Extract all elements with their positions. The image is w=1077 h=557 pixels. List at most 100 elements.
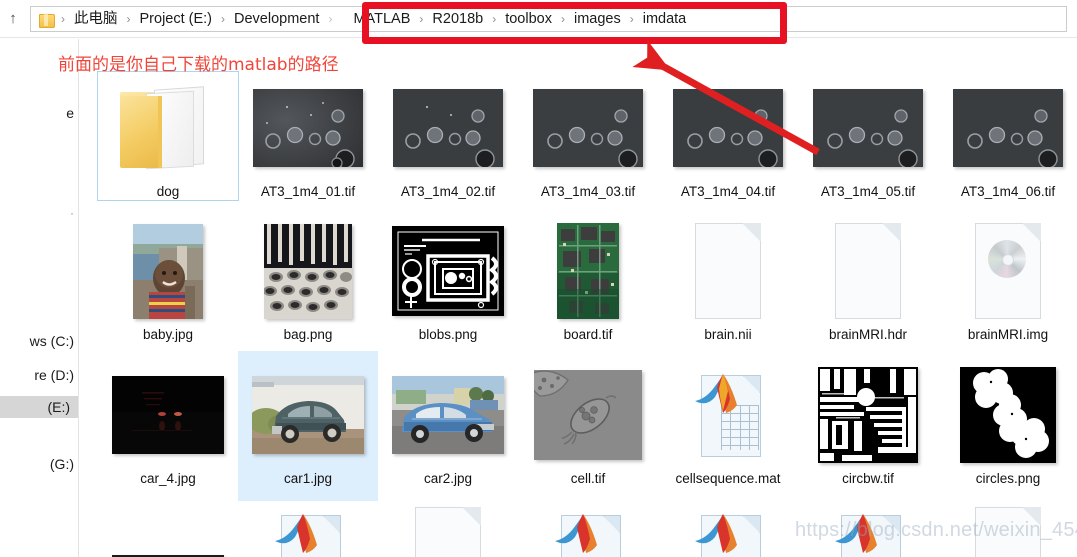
file-label: cell.tif (570, 471, 606, 486)
up-arrow-icon[interactable]: ↑ (2, 10, 24, 27)
folder-icon (98, 72, 238, 184)
breadcrumb-item-matlab[interactable]: MATLAB (349, 7, 414, 31)
matlab-mat-document-icon (518, 499, 658, 557)
breadcrumb-item-r2018b[interactable]: R2018b (428, 7, 487, 31)
address-bar: ↑ › 此电脑 › Project (E:) › Development › M… (0, 0, 1077, 38)
blank-document-icon (658, 215, 798, 327)
disc-image-document-icon (938, 215, 1077, 327)
image-thumbnail-car1 (238, 359, 378, 471)
file-item-board-tif[interactable]: board.tif (518, 215, 658, 343)
matlab-mat-document-icon (238, 499, 378, 557)
image-thumbnail-cells (238, 72, 378, 184)
file-item-row4-3[interactable] (518, 499, 658, 557)
file-item-blobs-png[interactable]: blobs.png (378, 215, 518, 343)
file-item-circbw-tif[interactable]: circbw.tif (798, 359, 938, 487)
file-label: car_4.jpg (140, 471, 196, 486)
sidebar-item-windows-c[interactable]: ws (C:) (30, 330, 74, 352)
image-thumbnail-dark (98, 505, 238, 557)
matlab-logo-icon (555, 514, 597, 553)
file-label: AT3_1m4_05.tif (820, 184, 916, 199)
sidebar-item-divider-mark: · (70, 206, 74, 220)
sidebar-item-drive-g[interactable]: (G:) (50, 453, 74, 475)
image-thumbnail-cells (938, 72, 1077, 184)
breadcrumb-chevron-icon: › (328, 12, 333, 26)
file-label: bag.png (283, 327, 333, 342)
file-item-row4-1[interactable] (238, 499, 378, 557)
image-thumbnail-bag (238, 215, 378, 327)
file-grid[interactable]: dog AT3_1m4_01.tif AT3_1m4_02.tif AT3_1m… (80, 39, 1077, 557)
file-item-car1-jpg[interactable]: car1.jpg (238, 351, 378, 501)
file-item-at3-1m4-01[interactable]: AT3_1m4_01.tif (238, 72, 378, 200)
file-item-bag-png[interactable]: bag.png (238, 215, 378, 343)
file-label: car2.jpg (423, 471, 473, 486)
breadcrumb-chevron-icon: › (126, 12, 131, 26)
breadcrumb-chevron-icon: › (61, 12, 65, 26)
breadcrumb-item-toolbox[interactable]: toolbox (501, 7, 556, 31)
file-item-cell-tif[interactable]: cell.tif (518, 359, 658, 487)
image-thumbnail-cells (798, 72, 938, 184)
breadcrumb-chevron-icon: › (492, 12, 497, 26)
file-item-at3-1m4-06[interactable]: AT3_1m4_06.tif (938, 72, 1077, 200)
breadcrumb-item-imdata[interactable]: imdata (639, 7, 691, 31)
file-item-baby-jpg[interactable]: baby.jpg (98, 215, 238, 343)
file-label: brain.nii (704, 327, 752, 342)
file-item-row4-0[interactable] (98, 505, 238, 557)
folder-icon (39, 12, 55, 28)
file-label: brainMRI.img (967, 327, 1049, 342)
file-item-cellsequence-mat[interactable]: cellsequence.mat (658, 359, 798, 487)
file-item-brain-nii[interactable]: brain.nii (658, 215, 798, 343)
watermark-text: https://blog.csdn.net/weixin_45435630 (795, 519, 1077, 541)
breadcrumb-item-development[interactable]: Development (230, 7, 323, 31)
breadcrumb-item-this-pc[interactable]: 此电脑 (70, 7, 122, 31)
red-annotation-text: 前面的是你自己下载的matlab的路径 (58, 55, 339, 75)
file-label: circbw.tif (842, 471, 894, 486)
file-item-at3-1m4-04[interactable]: AT3_1m4_04.tif (658, 72, 798, 200)
file-item-car2-jpg[interactable]: car2.jpg (378, 359, 518, 487)
file-label: brainMRI.hdr (828, 327, 908, 342)
image-thumbnail-cells (378, 72, 518, 184)
breadcrumb-chevron-icon: › (560, 12, 565, 26)
navigation-sidebar[interactable]: e · ws (C:) re (D:) (E:) (G:) (0, 39, 79, 557)
file-item-brainmri-img[interactable]: brainMRI.img (938, 215, 1077, 343)
file-item-brainmri-hdr[interactable]: brainMRI.hdr (798, 215, 938, 343)
image-thumbnail-cells (658, 72, 798, 184)
file-item-row4-2[interactable] (378, 499, 518, 557)
breadcrumb-chevron-icon: › (419, 12, 424, 26)
image-thumbnail-blobs (378, 215, 518, 327)
matlab-mat-document-icon (658, 499, 798, 557)
file-item-circles-png[interactable]: circles.png (938, 359, 1077, 487)
file-label: AT3_1m4_04.tif (680, 184, 776, 199)
breadcrumb-item-images[interactable]: images (570, 7, 625, 31)
file-item-row4-4[interactable] (658, 499, 798, 557)
sidebar-item-software-d[interactable]: re (D:) (34, 364, 74, 386)
disc-icon (988, 240, 1026, 278)
image-thumbnail-cell (518, 359, 658, 471)
breadcrumb-chevron-icon: › (629, 12, 634, 26)
image-thumbnail-baby (98, 215, 238, 327)
sidebar-item-project-e[interactable]: (E:) (0, 396, 78, 418)
file-item-dog[interactable]: dog (97, 71, 239, 201)
breadcrumb[interactable]: › 此电脑 › Project (E:) › Development › MAT… (30, 6, 1067, 32)
file-label: car1.jpg (283, 471, 333, 486)
file-label: AT3_1m4_01.tif (260, 184, 356, 199)
blank-document-icon (378, 499, 518, 557)
image-thumbnail-car2 (378, 359, 518, 471)
image-thumbnail-night (98, 359, 238, 471)
file-item-at3-1m4-03[interactable]: AT3_1m4_03.tif (518, 72, 658, 200)
file-label: board.tif (563, 327, 613, 342)
file-item-at3-1m4-05[interactable]: AT3_1m4_05.tif (798, 72, 938, 200)
file-item-car4-jpg[interactable]: car_4.jpg (98, 359, 238, 487)
file-label: AT3_1m4_02.tif (400, 184, 496, 199)
breadcrumb-chevron-icon: › (221, 12, 226, 26)
file-label: AT3_1m4_03.tif (540, 184, 636, 199)
sidebar-item-0[interactable]: e (66, 102, 74, 124)
file-label: blobs.png (418, 327, 478, 342)
file-label: cellsequence.mat (675, 471, 781, 486)
image-thumbnail-circbw (798, 359, 938, 471)
matlab-logo-icon (695, 374, 737, 413)
matlab-logo-icon (695, 514, 737, 553)
breadcrumb-item-project-e[interactable]: Project (E:) (136, 7, 217, 31)
image-thumbnail-board (518, 215, 658, 327)
file-label: circles.png (975, 471, 1041, 486)
file-item-at3-1m4-02[interactable]: AT3_1m4_02.tif (378, 72, 518, 200)
